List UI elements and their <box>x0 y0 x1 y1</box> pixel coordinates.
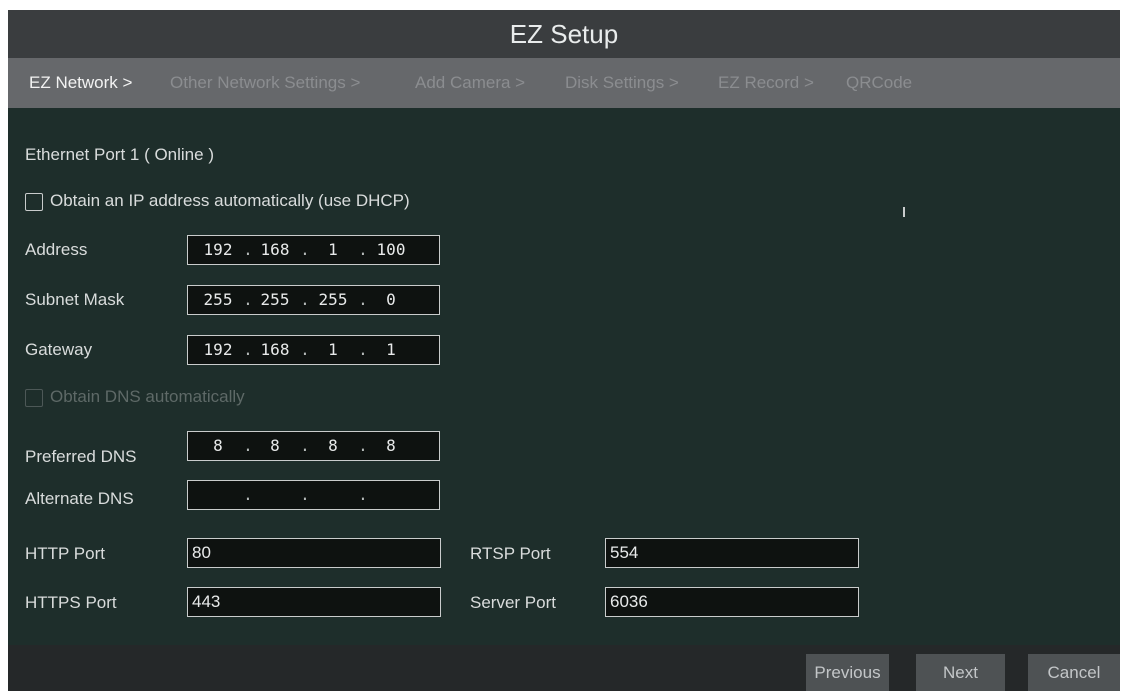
address-octet-3: 1 <box>328 240 338 259</box>
dns-auto-label: Obtain DNS automatically <box>50 387 245 406</box>
window-title: EZ Setup <box>8 10 1120 58</box>
octet-separator: . <box>358 485 368 504</box>
ez-setup-window: EZ Setup EZ Network > Other Network Sett… <box>8 10 1120 691</box>
gateway-octet-2: 168 <box>260 340 290 359</box>
address-octet-4: 100 <box>376 240 406 259</box>
cursor-mark <box>903 207 905 217</box>
server-port-label: Server Port <box>470 593 556 612</box>
setup-steps-bar: EZ Network > Other Network Settings > Ad… <box>8 58 1120 108</box>
step-qrcode[interactable]: QRCode <box>846 58 912 108</box>
subnet-octet-3: 255 <box>318 290 348 309</box>
step-ez-network[interactable]: EZ Network > <box>29 58 132 108</box>
network-settings-panel <box>8 108 1120 645</box>
server-port-input[interactable]: 6036 <box>605 587 859 617</box>
octet-separator: . <box>300 485 310 504</box>
https-port-label: HTTPS Port <box>25 593 117 612</box>
preferred-dns-input[interactable]: 8 . 8 . 8 . 8 <box>187 431 440 461</box>
previous-button[interactable]: Previous <box>806 654 889 691</box>
octet-separator: . <box>358 340 368 359</box>
dns-auto-checkbox[interactable] <box>25 389 43 407</box>
dhcp-label: Obtain an IP address automatically (use … <box>50 191 410 210</box>
address-label: Address <box>25 240 88 259</box>
rtsp-port-input[interactable]: 554 <box>605 538 859 568</box>
octet-separator: . <box>358 436 368 455</box>
address-octet-1: 192 <box>203 240 233 259</box>
octet-separator: . <box>358 240 368 259</box>
octet-separator: . <box>300 290 310 309</box>
octet-separator: . <box>300 436 310 455</box>
address-input[interactable]: 192 . 168 . 1 . 100 <box>187 235 440 265</box>
http-port-label: HTTP Port <box>25 544 105 563</box>
gateway-input[interactable]: 192 . 168 . 1 . 1 <box>187 335 440 365</box>
subnet-octet-2: 255 <box>260 290 290 309</box>
preferred-dns-octet-4: 8 <box>386 436 396 455</box>
ethernet-port-title: Ethernet Port 1 ( Online ) <box>25 145 214 164</box>
preferred-dns-octet-3: 8 <box>328 436 338 455</box>
alternate-dns-input[interactable]: . . . <box>187 480 440 510</box>
step-add-camera[interactable]: Add Camera > <box>415 58 525 108</box>
http-port-input[interactable]: 80 <box>187 538 441 568</box>
subnet-mask-input[interactable]: 255 . 255 . 255 . 0 <box>187 285 440 315</box>
gateway-octet-4: 1 <box>386 340 396 359</box>
address-octet-2: 168 <box>260 240 290 259</box>
preferred-dns-label: Preferred DNS <box>25 447 137 466</box>
rtsp-port-label: RTSP Port <box>470 544 551 563</box>
dhcp-checkbox[interactable] <box>25 193 43 211</box>
subnet-octet-1: 255 <box>203 290 233 309</box>
octet-separator: . <box>300 340 310 359</box>
preferred-dns-octet-1: 8 <box>213 436 223 455</box>
step-disk-settings[interactable]: Disk Settings > <box>565 58 679 108</box>
subnet-octet-4: 0 <box>386 290 396 309</box>
gateway-octet-1: 192 <box>203 340 233 359</box>
https-port-input[interactable]: 443 <box>187 587 441 617</box>
gateway-octet-3: 1 <box>328 340 338 359</box>
step-other-network-settings[interactable]: Other Network Settings > <box>170 58 360 108</box>
octet-separator: . <box>358 290 368 309</box>
alternate-dns-label: Alternate DNS <box>25 489 134 508</box>
step-ez-record[interactable]: EZ Record > <box>718 58 814 108</box>
cancel-button[interactable]: Cancel <box>1028 654 1120 691</box>
subnet-mask-label: Subnet Mask <box>25 290 125 309</box>
octet-separator: . <box>300 240 310 259</box>
next-button[interactable]: Next <box>916 654 1005 691</box>
octet-separator: . <box>243 485 253 504</box>
gateway-label: Gateway <box>25 340 93 359</box>
preferred-dns-octet-2: 8 <box>270 436 280 455</box>
